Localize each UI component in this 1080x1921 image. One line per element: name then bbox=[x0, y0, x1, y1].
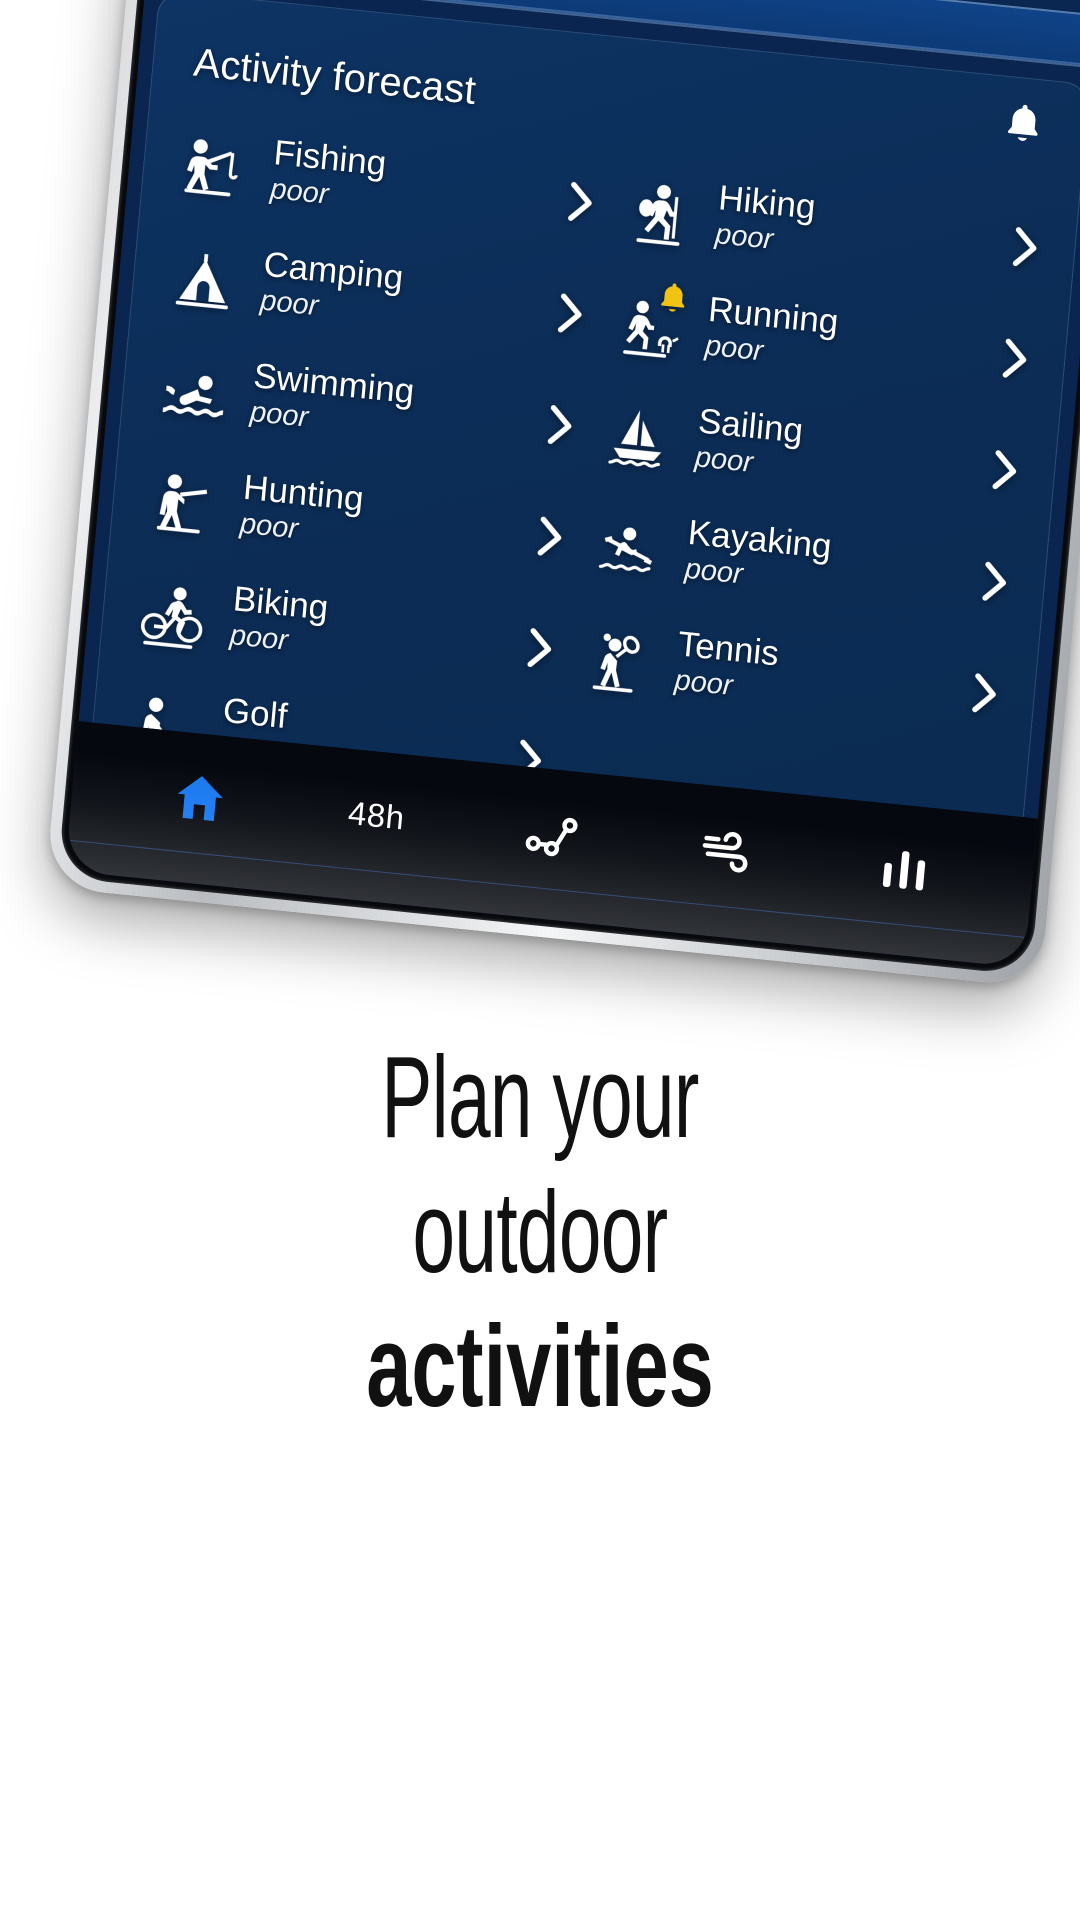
hunting-icon bbox=[134, 452, 233, 547]
wind-icon bbox=[702, 832, 748, 873]
chevron-right-icon[interactable] bbox=[556, 179, 606, 225]
activity-rating: poor bbox=[269, 173, 330, 211]
marketing-line-1: Plan your bbox=[381, 1032, 699, 1162]
activity-rating: poor bbox=[228, 619, 290, 658]
notification-bell-button[interactable] bbox=[993, 90, 1054, 157]
chevron-right-icon[interactable] bbox=[515, 625, 565, 671]
activity-text: Sailing poor bbox=[681, 401, 985, 505]
activity-rating: poor bbox=[713, 218, 775, 257]
swimming-icon bbox=[145, 341, 244, 436]
hiking-icon bbox=[610, 163, 709, 258]
activity-name: Golf bbox=[221, 690, 289, 736]
phone-bezel: 13° 15° 17° 18 bbox=[57, 0, 1080, 976]
kayaking-icon bbox=[579, 497, 678, 592]
nav-item-map[interactable] bbox=[459, 761, 647, 906]
activity-text: Fishing poor bbox=[257, 133, 561, 236]
chevron-right-icon[interactable] bbox=[990, 336, 1040, 382]
activity-text: Camping poor bbox=[247, 244, 551, 348]
bell-alert-badge bbox=[652, 275, 696, 321]
chevron-right-icon[interactable] bbox=[546, 291, 596, 337]
chevron-right-icon[interactable] bbox=[970, 559, 1020, 605]
activity-rating: poor bbox=[683, 552, 745, 591]
nav-item-bar-chart[interactable] bbox=[810, 797, 998, 942]
chevron-right-icon[interactable] bbox=[1001, 224, 1051, 270]
activity-forecast-grid: Fishing poor Camping poor Swimming poor … bbox=[94, 102, 1080, 817]
activity-text: Running poor bbox=[692, 289, 996, 393]
activity-text: Kayaking poor bbox=[671, 512, 975, 616]
activity-text: Hiking poor bbox=[702, 178, 1006, 282]
tennis-icon bbox=[569, 609, 668, 704]
nav-item-home[interactable] bbox=[107, 725, 295, 870]
activity-text: Biking poor bbox=[216, 579, 520, 683]
weather-app: 13° 15° 17° 18 bbox=[64, 0, 1080, 968]
activity-text: Hunting poor bbox=[227, 467, 531, 571]
nav-item-wind[interactable] bbox=[634, 779, 822, 924]
activity-forecast-title: Activity forecast bbox=[191, 40, 478, 114]
activity-rating: poor bbox=[258, 284, 320, 323]
phone-mockup-stage: 13° 15° 17° 18 bbox=[0, 0, 1080, 1070]
activity-column-right: Hiking poor Running poor Sailing poor Ka… bbox=[558, 150, 1064, 817]
bell-icon bbox=[1007, 104, 1038, 141]
phone-screen: 13° 15° 17° 18 bbox=[64, 0, 1080, 968]
nav-item-48h[interactable]: 48h bbox=[283, 743, 471, 888]
activity-forecast-card: Activity forecast Fishing poor Camping p… bbox=[92, 0, 1080, 818]
running-icon bbox=[599, 274, 698, 369]
activity-text: Swimming poor bbox=[237, 356, 541, 459]
activity-rating: poor bbox=[673, 664, 734, 703]
map-route-icon bbox=[525, 817, 578, 857]
camping-icon bbox=[155, 229, 254, 324]
home-icon bbox=[178, 776, 224, 822]
chevron-right-icon[interactable] bbox=[960, 670, 1010, 716]
bar-chart-icon bbox=[882, 851, 925, 891]
sailing-icon bbox=[589, 386, 688, 481]
activity-rating: poor bbox=[703, 329, 765, 368]
activity-rating: poor bbox=[248, 396, 310, 434]
phone-device: 13° 15° 17° 18 bbox=[45, 0, 1080, 988]
nav-label-48h: 48h bbox=[346, 793, 407, 837]
chevron-right-icon[interactable] bbox=[980, 447, 1030, 493]
activity-column-left: Fishing poor Camping poor Swimming poor … bbox=[113, 105, 619, 818]
fishing-icon bbox=[165, 118, 264, 213]
marketing-line-3: activities bbox=[366, 1301, 714, 1432]
activity-text: Tennis poor bbox=[661, 624, 965, 728]
marketing-line-2: outdoor bbox=[412, 1166, 668, 1297]
activity-rating: poor bbox=[238, 507, 300, 546]
biking-icon bbox=[124, 564, 223, 659]
activity-rating: poor bbox=[693, 441, 755, 480]
chevron-right-icon[interactable] bbox=[536, 402, 586, 448]
marketing-copy: Plan your outdoor activities bbox=[0, 1030, 1080, 1434]
chevron-right-icon[interactable] bbox=[525, 514, 575, 560]
